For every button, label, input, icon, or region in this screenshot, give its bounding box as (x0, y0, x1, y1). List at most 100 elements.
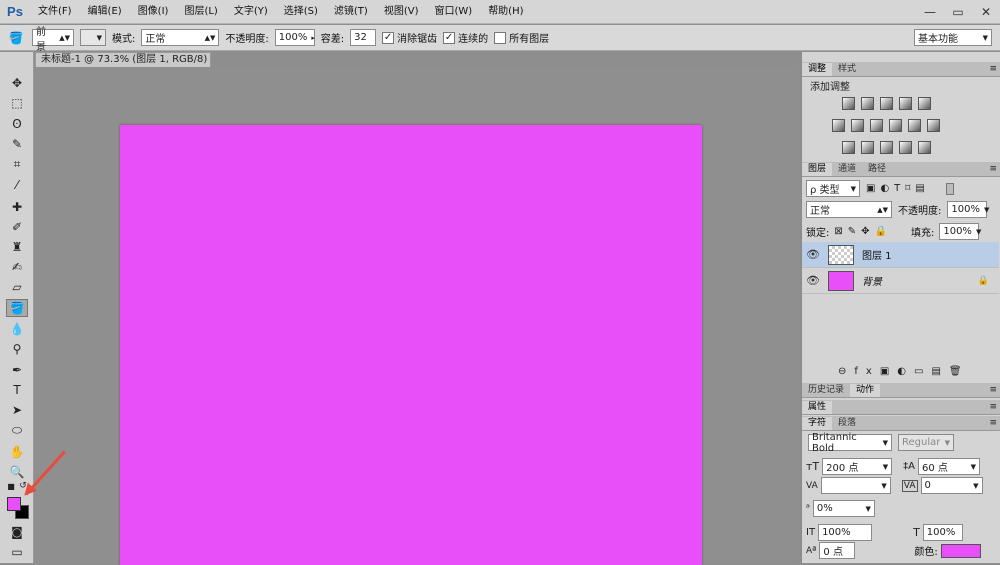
panel-menu-icon[interactable]: ≡ (989, 63, 1000, 76)
layer-opacity-field[interactable]: 100% ▼ (947, 201, 989, 218)
panel-menu-icon[interactable]: ≡ (989, 163, 1000, 176)
minimize-button[interactable]: — (916, 2, 944, 22)
tolerance-input[interactable]: 32 (350, 29, 377, 46)
close-button[interactable]: ✕ (972, 2, 1000, 22)
vibrance-icon[interactable] (918, 97, 931, 110)
font-size-field[interactable]: 200 点 ▼ (822, 458, 893, 475)
marquee-tool-icon[interactable]: ⬚ (6, 94, 28, 112)
selective-color-icon[interactable] (899, 141, 912, 154)
fill-field[interactable]: 100% ▼ (939, 223, 981, 240)
tab-paths[interactable]: 路径 (862, 163, 892, 176)
leading-field[interactable]: 60 点 ▼ (917, 458, 980, 475)
black-white-icon[interactable] (870, 119, 883, 132)
text-color-swatch[interactable] (940, 543, 981, 558)
menu-edit[interactable]: 编辑(E) (80, 0, 130, 24)
menu-layer[interactable]: 图层(L) (176, 0, 225, 24)
lock-icons[interactable]: ⊠✎✥🔒 (834, 226, 892, 237)
paint-bucket-tool-icon[interactable]: 🪣 (6, 299, 28, 317)
restore-button[interactable]: ▭ (944, 2, 972, 22)
curves-icon[interactable] (880, 97, 893, 110)
threshold-icon[interactable] (880, 141, 893, 154)
tab-layers[interactable]: 图层 (802, 163, 833, 176)
foreground-color-swatch[interactable] (7, 497, 21, 511)
antialias-checkbox[interactable]: ✓ (382, 31, 395, 44)
layer-row[interactable]: 👁 图层 1 (802, 242, 999, 268)
tab-actions[interactable]: 动作 (850, 384, 881, 397)
hand-tool-icon[interactable]: ✋ (6, 443, 28, 461)
panel-menu-icon[interactable]: ≡ (989, 401, 1000, 414)
screen-mode-icon[interactable]: ▭ (6, 543, 28, 561)
panel-menu-icon[interactable]: ≡ (989, 417, 1000, 430)
menu-window[interactable]: 窗口(W) (426, 0, 480, 24)
hue-saturation-icon[interactable] (832, 119, 845, 132)
layer-name[interactable]: 图层 1 (862, 247, 892, 262)
blur-tool-icon[interactable]: 💧 (6, 320, 28, 338)
contiguous-option[interactable]: ✓ 连续的 (443, 30, 488, 45)
posterize-icon[interactable] (861, 141, 874, 154)
menu-select[interactable]: 选择(S) (276, 0, 326, 24)
color-balance-icon[interactable] (851, 119, 864, 132)
opacity-field[interactable]: 100% ▸ (274, 29, 315, 46)
font-style-select[interactable]: Regular ▼ (898, 434, 954, 451)
default-colors-icon[interactable]: ■ (6, 481, 16, 491)
baseline-field[interactable]: 0 点 (819, 542, 856, 559)
tab-history[interactable]: 历史记录 (802, 384, 850, 397)
quick-mask-icon[interactable]: ◙ (6, 523, 28, 541)
tab-channels[interactable]: 通道 (832, 163, 862, 176)
brush-tool-icon[interactable]: ✐ (6, 218, 28, 236)
healing-brush-tool-icon[interactable]: ✚ (6, 198, 28, 216)
panel-menu-icon[interactable]: ≡ (989, 384, 1000, 397)
tab-adjustments[interactable]: 调整 (802, 63, 833, 76)
tracking-field[interactable]: 0 ▼ (920, 477, 983, 494)
layer-row[interactable]: 👁 背景 🔒 (802, 268, 999, 294)
menu-image[interactable]: 图像(I) (130, 0, 177, 24)
exposure-icon[interactable] (899, 97, 912, 110)
document-tab[interactable]: 未标题-1 @ 73.3% (图层 1, RGB/8) * × (35, 52, 211, 79)
layer-filter-select[interactable]: ρ 类型 ▼ (806, 180, 860, 197)
menu-filter[interactable]: 滤镜(T) (326, 0, 376, 24)
tab-properties[interactable]: 属性 (802, 401, 833, 414)
move-tool-icon[interactable]: ✥ (6, 74, 28, 92)
eye-icon[interactable]: 👁 (802, 248, 824, 261)
blend-mode-select[interactable]: 正常 ▲▼ (806, 201, 892, 218)
lasso-tool-icon[interactable]: ʘ (6, 115, 28, 133)
color-lookup-icon[interactable] (927, 119, 940, 132)
photo-filter-icon[interactable] (889, 119, 902, 132)
tab-paragraph[interactable]: 段落 (832, 417, 862, 430)
mode-select[interactable]: 正常 ▲▼ (141, 29, 220, 46)
dodge-tool-icon[interactable]: ⚲ (6, 340, 28, 358)
layer-filter-icons[interactable]: ▣◐T⌑▤ (866, 183, 930, 194)
filter-toggle[interactable] (945, 182, 954, 195)
menu-file[interactable]: 文件(F) (30, 0, 80, 24)
tab-styles[interactable]: 样式 (832, 63, 862, 76)
type-tool-icon[interactable]: T (6, 381, 28, 399)
paint-bucket-preset-icon[interactable]: 🪣 (6, 29, 26, 47)
zoom-tool-icon[interactable]: 🔍 (6, 463, 28, 481)
fill-source-select[interactable]: 前景 ▲▼ (32, 27, 74, 53)
vertical-scale-field[interactable]: 100% (818, 524, 873, 541)
clone-stamp-tool-icon[interactable]: ♜ (6, 238, 28, 256)
crop-tool-icon[interactable]: ⌗ (6, 155, 28, 173)
contiguous-checkbox[interactable]: ✓ (443, 31, 456, 44)
shape-tool-icon[interactable]: ⬭ (6, 421, 28, 439)
kerning-field[interactable]: ▼ (820, 477, 891, 494)
history-brush-tool-icon[interactable]: ✍ (6, 258, 28, 276)
quick-select-tool-icon[interactable]: ✎ (6, 135, 28, 153)
eyedropper-tool-icon[interactable]: ⁄ (6, 176, 28, 194)
antialias-option[interactable]: ✓ 消除锯齿 (382, 30, 437, 45)
brightness-icon[interactable] (842, 97, 855, 110)
workspace-select[interactable]: 基本功能 ▼ (914, 29, 992, 46)
scale-field[interactable]: 0% ▼ (812, 500, 875, 517)
path-select-tool-icon[interactable]: ➤ (6, 401, 28, 419)
font-family-select[interactable]: Britannic Bold ▼ (808, 432, 892, 454)
pen-tool-icon[interactable]: ✒ (6, 361, 28, 379)
channel-mixer-icon[interactable] (908, 119, 921, 132)
eraser-tool-icon[interactable]: ▱ (6, 278, 28, 296)
levels-icon[interactable] (861, 97, 874, 110)
menu-type[interactable]: 文字(Y) (226, 0, 276, 24)
menu-help[interactable]: 帮助(H) (480, 0, 531, 24)
eye-icon[interactable]: 👁 (802, 274, 824, 287)
all-layers-checkbox[interactable] (494, 31, 507, 44)
tab-character[interactable]: 字符 (802, 417, 833, 430)
document-canvas[interactable] (120, 125, 702, 565)
